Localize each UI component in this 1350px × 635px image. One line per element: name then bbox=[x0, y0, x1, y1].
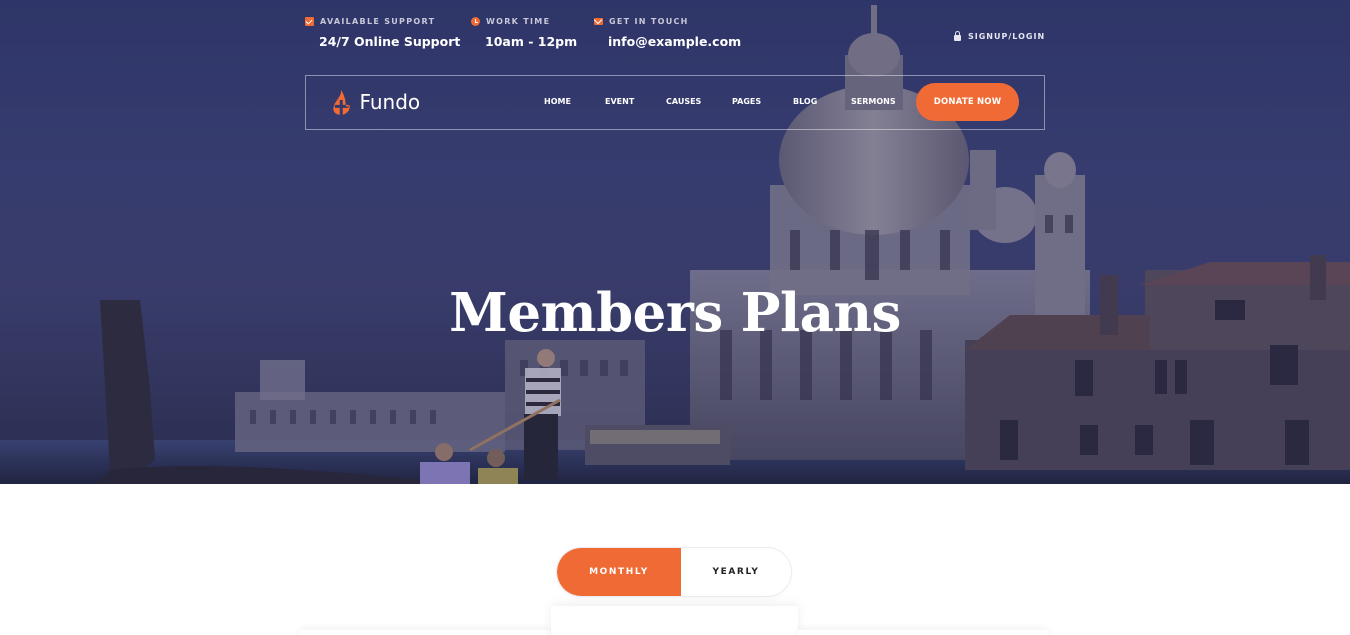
site-logo[interactable]: Fundo bbox=[330, 88, 420, 116]
contact-info: Get In Touch info@example.com bbox=[594, 17, 741, 57]
menu-item-pages[interactable]: Pages bbox=[732, 97, 761, 106]
signup-login-link[interactable]: Signup/Login bbox=[954, 30, 1046, 41]
logo-text: Fundo bbox=[359, 90, 420, 114]
contact-label: Get In Touch bbox=[609, 17, 689, 26]
flame-logo-icon bbox=[333, 89, 350, 115]
main-navbar: Fundo Home Event Causes Pages Blog Sermo… bbox=[305, 75, 1045, 130]
menu-item-causes[interactable]: Causes bbox=[666, 97, 701, 106]
work-time-value: 10am - 12pm bbox=[485, 34, 578, 49]
menu-item-home[interactable]: Home bbox=[544, 97, 571, 106]
contact-email[interactable]: info@example.com bbox=[608, 34, 741, 49]
menu-item-event[interactable]: Event bbox=[605, 97, 634, 106]
pricing-card-center bbox=[551, 606, 798, 635]
support-value: 24/7 Online Support bbox=[319, 34, 461, 49]
page-title: Members Plans bbox=[449, 282, 901, 344]
pricing-card-right bbox=[798, 630, 1048, 635]
envelope-icon bbox=[594, 18, 603, 25]
lock-icon bbox=[954, 30, 961, 41]
signup-login-label: Signup/Login bbox=[968, 32, 1046, 41]
work-time-info: Work Time 10am - 12pm bbox=[471, 17, 577, 57]
pricing-card-left bbox=[300, 630, 550, 635]
support-label: Available Support bbox=[320, 17, 436, 26]
menu-item-blog[interactable]: Blog bbox=[793, 97, 817, 106]
clock-icon bbox=[471, 17, 480, 26]
billing-period-toggle: Monthly Yearly bbox=[557, 548, 791, 596]
menu-item-sermons[interactable]: Sermons bbox=[851, 97, 896, 106]
donate-now-button[interactable]: Donate Now bbox=[916, 83, 1019, 121]
yearly-tab[interactable]: Yearly bbox=[681, 548, 791, 596]
venice-background-image bbox=[0, 0, 1350, 484]
hero-banner: Available Support 24/7 Online Support Wo… bbox=[0, 0, 1350, 484]
work-time-label: Work Time bbox=[486, 17, 551, 26]
support-info: Available Support 24/7 Online Support bbox=[305, 17, 460, 57]
monthly-tab[interactable]: Monthly bbox=[557, 548, 681, 596]
check-square-icon bbox=[305, 17, 314, 26]
